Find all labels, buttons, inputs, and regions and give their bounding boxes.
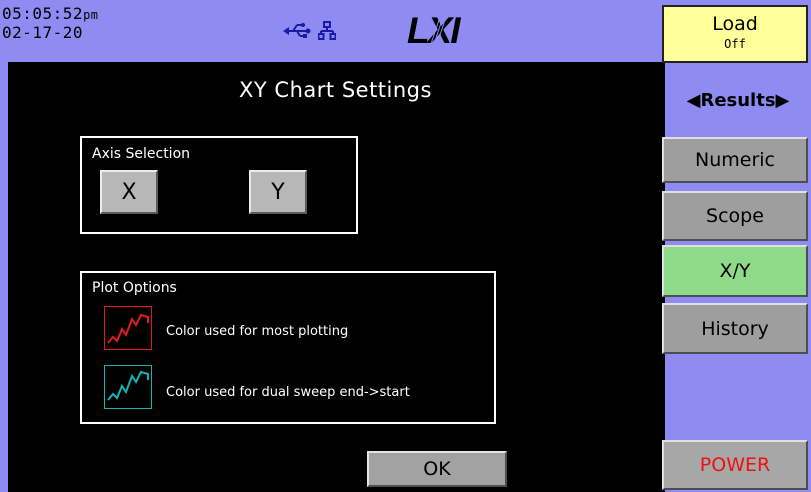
secondary-plot-color-swatch[interactable] (104, 365, 152, 409)
clock: 05:05:52pm 02-17-20 (2, 5, 99, 41)
power-button[interactable]: POWER (662, 440, 808, 490)
load-button[interactable]: Load Off (662, 5, 808, 63)
axis-x-button[interactable]: X (100, 170, 158, 214)
clock-ampm: pm (83, 8, 99, 22)
numeric-button[interactable]: Numeric (662, 137, 808, 183)
axis-y-button[interactable]: Y (249, 170, 307, 214)
scope-button[interactable]: Scope (662, 191, 808, 241)
plot-options-label: Plot Options (92, 280, 177, 296)
clock-time: 05:05:52 (2, 4, 84, 23)
primary-color-description: Color used for most plotting (166, 324, 349, 339)
load-label: Load (712, 13, 758, 35)
lan-icon (318, 21, 336, 40)
clock-date: 02-17-20 (2, 23, 84, 42)
history-button[interactable]: History (662, 303, 808, 354)
results-menu-header[interactable]: ◀Results▶ (665, 90, 811, 111)
usb-icon (283, 23, 311, 38)
dialog-title: XY Chart Settings (239, 78, 432, 102)
primary-trace-icon (107, 313, 149, 344)
left-frame-strip (0, 62, 8, 492)
status-bar: 05:05:52pm 02-17-20 LXI (0, 0, 665, 62)
ok-button[interactable]: OK (367, 451, 507, 487)
load-state: Off (724, 37, 746, 51)
secondary-trace-icon (107, 370, 149, 401)
primary-plot-color-swatch[interactable] (104, 306, 152, 350)
axis-selection-label: Axis Selection (92, 146, 191, 162)
lxi-logo: LXI (407, 10, 463, 48)
secondary-color-description: Color used for dual sweep end->start (166, 385, 410, 400)
app-window: 05:05:52pm 02-17-20 LXI XY Chart Setting… (0, 0, 811, 492)
xy-button[interactable]: X/Y (662, 245, 808, 297)
